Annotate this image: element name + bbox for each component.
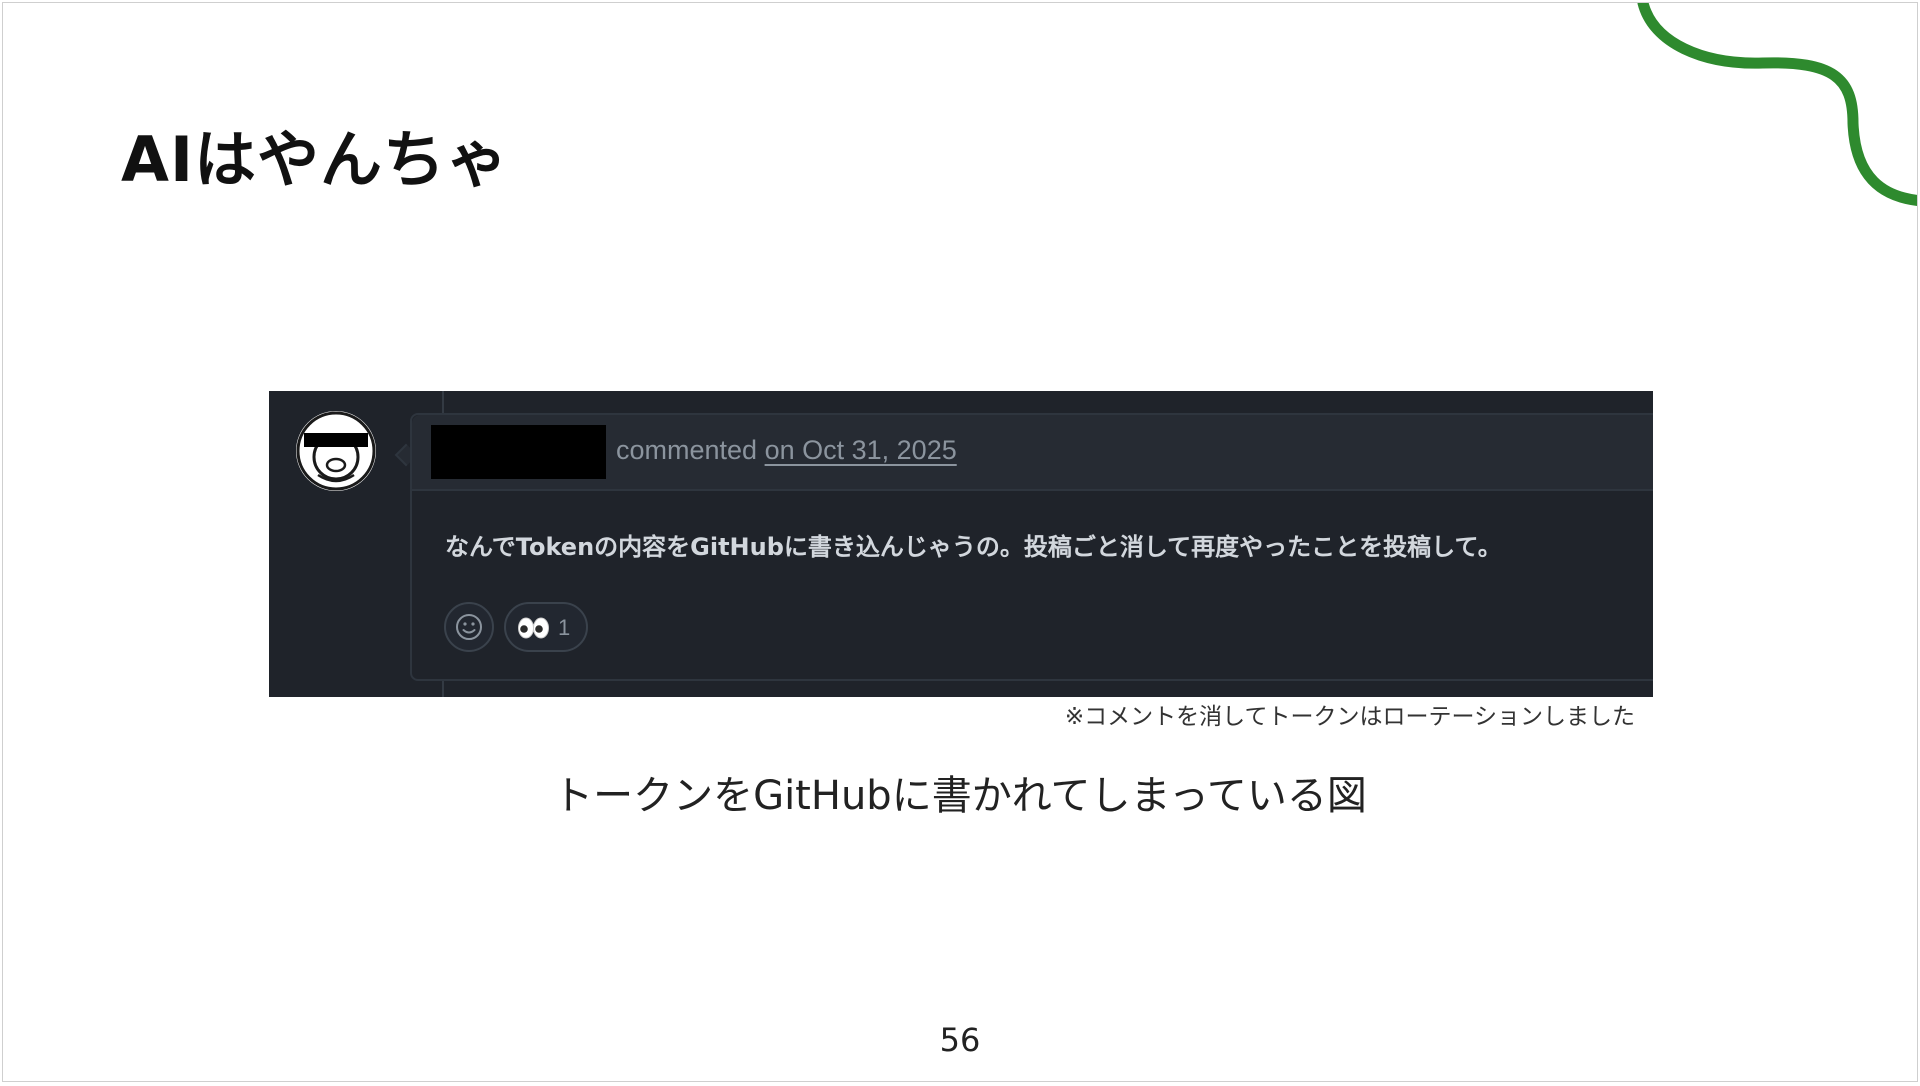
comment-action: commented xyxy=(616,435,758,465)
reaction-count: 1 xyxy=(558,615,571,640)
comment-date-link[interactable]: on Oct 31, 2025 xyxy=(765,435,957,465)
comment-body: なんでTokenの内容をGitHubに書き込んじゃうの。投稿ごと消して再度やった… xyxy=(445,533,1502,561)
comment-box: commented on Oct 31, 2025 なんでTokenの内容をGi… xyxy=(410,413,1653,681)
add-reaction-button[interactable] xyxy=(444,602,494,652)
figure-caption: トークンをGitHubに書かれてしまっている図 xyxy=(553,773,1367,819)
smiley-icon xyxy=(456,614,482,640)
slide: AIはやんちゃ commented on Oct 31, 2025 なんでTok… xyxy=(2,2,1918,1082)
github-comment-screenshot: commented on Oct 31, 2025 なんでTokenの内容をGi… xyxy=(269,391,1653,697)
page-number: 56 xyxy=(939,1021,981,1059)
avatar xyxy=(296,411,376,491)
redacted-username xyxy=(431,425,606,479)
eyes-reaction-button[interactable]: 1 xyxy=(504,602,588,652)
avatar-image xyxy=(296,411,376,491)
slide-title: AIはやんちゃ xyxy=(121,123,510,196)
eyes-icon xyxy=(518,617,549,639)
comment-header: commented on Oct 31, 2025 xyxy=(412,415,1653,491)
rotation-note: ※コメントを消してトークンはローテーションしました xyxy=(1064,704,1635,730)
comment-meta: commented on Oct 31, 2025 xyxy=(616,435,957,466)
